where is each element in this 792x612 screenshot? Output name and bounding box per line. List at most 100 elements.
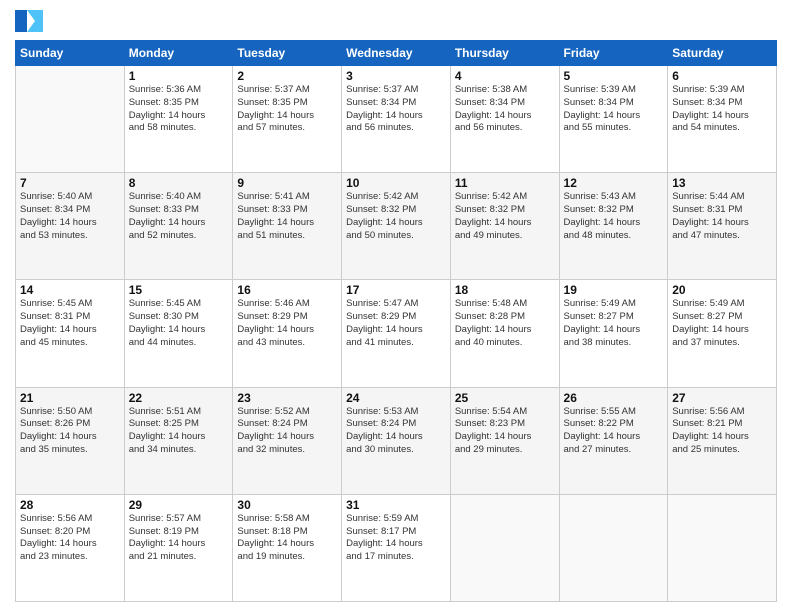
day-number: 10 <box>346 176 446 190</box>
day-number: 9 <box>237 176 337 190</box>
calendar-cell: 31Sunrise: 5:59 AMSunset: 8:17 PMDayligh… <box>342 494 451 601</box>
calendar-cell: 10Sunrise: 5:42 AMSunset: 8:32 PMDayligh… <box>342 173 451 280</box>
calendar-cell: 28Sunrise: 5:56 AMSunset: 8:20 PMDayligh… <box>16 494 125 601</box>
calendar-cell: 13Sunrise: 5:44 AMSunset: 8:31 PMDayligh… <box>668 173 777 280</box>
calendar-cell: 21Sunrise: 5:50 AMSunset: 8:26 PMDayligh… <box>16 387 125 494</box>
day-number: 7 <box>20 176 120 190</box>
day-number: 13 <box>672 176 772 190</box>
day-info: Sunrise: 5:57 AMSunset: 8:19 PMDaylight:… <box>129 513 229 564</box>
calendar-cell: 30Sunrise: 5:58 AMSunset: 8:18 PMDayligh… <box>233 494 342 601</box>
day-info: Sunrise: 5:49 AMSunset: 8:27 PMDaylight:… <box>672 298 772 349</box>
weekday-header: Tuesday <box>233 41 342 66</box>
day-info: Sunrise: 5:56 AMSunset: 8:21 PMDaylight:… <box>672 406 772 457</box>
day-info: Sunrise: 5:40 AMSunset: 8:33 PMDaylight:… <box>129 191 229 242</box>
day-info: Sunrise: 5:39 AMSunset: 8:34 PMDaylight:… <box>672 84 772 135</box>
day-number: 1 <box>129 69 229 83</box>
page: SundayMondayTuesdayWednesdayThursdayFrid… <box>0 0 792 612</box>
day-info: Sunrise: 5:43 AMSunset: 8:32 PMDaylight:… <box>564 191 664 242</box>
day-info: Sunrise: 5:49 AMSunset: 8:27 PMDaylight:… <box>564 298 664 349</box>
day-number: 20 <box>672 283 772 297</box>
day-number: 24 <box>346 391 446 405</box>
calendar-week-row: 21Sunrise: 5:50 AMSunset: 8:26 PMDayligh… <box>16 387 777 494</box>
weekday-header: Monday <box>124 41 233 66</box>
day-number: 5 <box>564 69 664 83</box>
calendar-cell: 3Sunrise: 5:37 AMSunset: 8:34 PMDaylight… <box>342 66 451 173</box>
calendar-cell: 18Sunrise: 5:48 AMSunset: 8:28 PMDayligh… <box>450 280 559 387</box>
day-info: Sunrise: 5:50 AMSunset: 8:26 PMDaylight:… <box>20 406 120 457</box>
calendar-cell: 9Sunrise: 5:41 AMSunset: 8:33 PMDaylight… <box>233 173 342 280</box>
day-number: 29 <box>129 498 229 512</box>
calendar-cell: 23Sunrise: 5:52 AMSunset: 8:24 PMDayligh… <box>233 387 342 494</box>
day-number: 21 <box>20 391 120 405</box>
day-info: Sunrise: 5:52 AMSunset: 8:24 PMDaylight:… <box>237 406 337 457</box>
day-number: 17 <box>346 283 446 297</box>
calendar-cell: 29Sunrise: 5:57 AMSunset: 8:19 PMDayligh… <box>124 494 233 601</box>
day-number: 6 <box>672 69 772 83</box>
day-number: 2 <box>237 69 337 83</box>
calendar-cell: 5Sunrise: 5:39 AMSunset: 8:34 PMDaylight… <box>559 66 668 173</box>
calendar-cell: 17Sunrise: 5:47 AMSunset: 8:29 PMDayligh… <box>342 280 451 387</box>
day-number: 4 <box>455 69 555 83</box>
calendar-cell <box>668 494 777 601</box>
calendar-cell: 25Sunrise: 5:54 AMSunset: 8:23 PMDayligh… <box>450 387 559 494</box>
day-number: 23 <box>237 391 337 405</box>
day-number: 22 <box>129 391 229 405</box>
day-info: Sunrise: 5:42 AMSunset: 8:32 PMDaylight:… <box>455 191 555 242</box>
calendar-cell: 20Sunrise: 5:49 AMSunset: 8:27 PMDayligh… <box>668 280 777 387</box>
day-info: Sunrise: 5:36 AMSunset: 8:35 PMDaylight:… <box>129 84 229 135</box>
calendar-cell <box>16 66 125 173</box>
calendar-cell: 26Sunrise: 5:55 AMSunset: 8:22 PMDayligh… <box>559 387 668 494</box>
day-info: Sunrise: 5:39 AMSunset: 8:34 PMDaylight:… <box>564 84 664 135</box>
calendar-cell: 8Sunrise: 5:40 AMSunset: 8:33 PMDaylight… <box>124 173 233 280</box>
day-number: 26 <box>564 391 664 405</box>
day-info: Sunrise: 5:54 AMSunset: 8:23 PMDaylight:… <box>455 406 555 457</box>
calendar-cell: 1Sunrise: 5:36 AMSunset: 8:35 PMDaylight… <box>124 66 233 173</box>
calendar-cell: 4Sunrise: 5:38 AMSunset: 8:34 PMDaylight… <box>450 66 559 173</box>
day-number: 18 <box>455 283 555 297</box>
day-info: Sunrise: 5:38 AMSunset: 8:34 PMDaylight:… <box>455 84 555 135</box>
calendar-cell: 7Sunrise: 5:40 AMSunset: 8:34 PMDaylight… <box>16 173 125 280</box>
day-info: Sunrise: 5:40 AMSunset: 8:34 PMDaylight:… <box>20 191 120 242</box>
calendar-week-row: 1Sunrise: 5:36 AMSunset: 8:35 PMDaylight… <box>16 66 777 173</box>
day-number: 16 <box>237 283 337 297</box>
day-info: Sunrise: 5:45 AMSunset: 8:31 PMDaylight:… <box>20 298 120 349</box>
header <box>15 10 777 32</box>
day-info: Sunrise: 5:46 AMSunset: 8:29 PMDaylight:… <box>237 298 337 349</box>
day-number: 12 <box>564 176 664 190</box>
weekday-header: Friday <box>559 41 668 66</box>
calendar-cell: 14Sunrise: 5:45 AMSunset: 8:31 PMDayligh… <box>16 280 125 387</box>
calendar-cell: 6Sunrise: 5:39 AMSunset: 8:34 PMDaylight… <box>668 66 777 173</box>
day-number: 11 <box>455 176 555 190</box>
logo-icon <box>15 10 43 32</box>
calendar-cell: 2Sunrise: 5:37 AMSunset: 8:35 PMDaylight… <box>233 66 342 173</box>
calendar-cell <box>559 494 668 601</box>
day-number: 30 <box>237 498 337 512</box>
calendar-week-row: 28Sunrise: 5:56 AMSunset: 8:20 PMDayligh… <box>16 494 777 601</box>
calendar-cell: 11Sunrise: 5:42 AMSunset: 8:32 PMDayligh… <box>450 173 559 280</box>
day-info: Sunrise: 5:37 AMSunset: 8:34 PMDaylight:… <box>346 84 446 135</box>
weekday-header: Saturday <box>668 41 777 66</box>
day-number: 15 <box>129 283 229 297</box>
day-number: 25 <box>455 391 555 405</box>
calendar-cell: 22Sunrise: 5:51 AMSunset: 8:25 PMDayligh… <box>124 387 233 494</box>
weekday-header: Wednesday <box>342 41 451 66</box>
calendar-cell: 24Sunrise: 5:53 AMSunset: 8:24 PMDayligh… <box>342 387 451 494</box>
day-info: Sunrise: 5:44 AMSunset: 8:31 PMDaylight:… <box>672 191 772 242</box>
calendar-cell: 12Sunrise: 5:43 AMSunset: 8:32 PMDayligh… <box>559 173 668 280</box>
day-info: Sunrise: 5:59 AMSunset: 8:17 PMDaylight:… <box>346 513 446 564</box>
day-info: Sunrise: 5:58 AMSunset: 8:18 PMDaylight:… <box>237 513 337 564</box>
day-info: Sunrise: 5:56 AMSunset: 8:20 PMDaylight:… <box>20 513 120 564</box>
day-info: Sunrise: 5:45 AMSunset: 8:30 PMDaylight:… <box>129 298 229 349</box>
day-info: Sunrise: 5:41 AMSunset: 8:33 PMDaylight:… <box>237 191 337 242</box>
day-info: Sunrise: 5:37 AMSunset: 8:35 PMDaylight:… <box>237 84 337 135</box>
calendar-week-row: 14Sunrise: 5:45 AMSunset: 8:31 PMDayligh… <box>16 280 777 387</box>
calendar-week-row: 7Sunrise: 5:40 AMSunset: 8:34 PMDaylight… <box>16 173 777 280</box>
weekday-header: Sunday <box>16 41 125 66</box>
day-number: 27 <box>672 391 772 405</box>
day-info: Sunrise: 5:48 AMSunset: 8:28 PMDaylight:… <box>455 298 555 349</box>
day-info: Sunrise: 5:42 AMSunset: 8:32 PMDaylight:… <box>346 191 446 242</box>
calendar-cell: 27Sunrise: 5:56 AMSunset: 8:21 PMDayligh… <box>668 387 777 494</box>
day-info: Sunrise: 5:55 AMSunset: 8:22 PMDaylight:… <box>564 406 664 457</box>
calendar-cell: 15Sunrise: 5:45 AMSunset: 8:30 PMDayligh… <box>124 280 233 387</box>
calendar-table: SundayMondayTuesdayWednesdayThursdayFrid… <box>15 40 777 602</box>
